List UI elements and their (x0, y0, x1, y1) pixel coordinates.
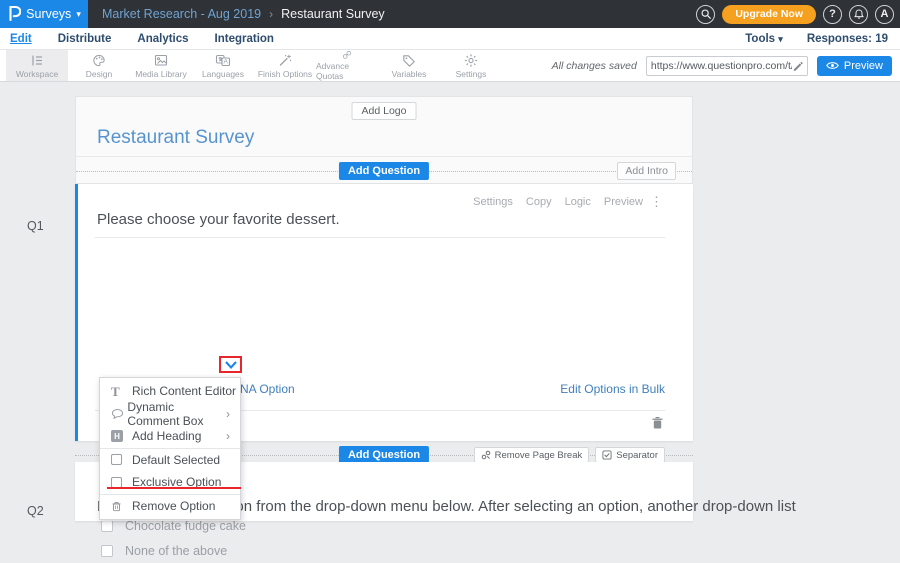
divider (95, 237, 665, 238)
add-intro-button[interactable]: Add Intro (617, 162, 676, 180)
surveys-menu[interactable]: Surveys ▾ (0, 0, 88, 28)
chevron-down-icon: ▾ (778, 34, 783, 44)
question-number-q2: Q2 (27, 504, 44, 518)
toolbar-item-design[interactable]: Design (68, 50, 130, 81)
remove-page-break-button[interactable]: Remove Page Break (474, 447, 590, 463)
breadcrumb-parent[interactable]: Market Research - Aug 2019 (102, 7, 261, 21)
bell-icon (853, 8, 865, 20)
media-library-icon (153, 53, 169, 68)
tab-analytics[interactable]: Analytics (137, 33, 188, 45)
question-settings-link[interactable]: Settings (473, 196, 513, 208)
menu-item-add-heading[interactable]: H Add Heading › (100, 425, 240, 448)
toolbar-item-advance-quotas[interactable]: Advance Quotas (316, 50, 378, 81)
breadcrumb-separator-icon: › (269, 7, 273, 21)
editor-toolbar: Workspace Design Media Library A Languag… (0, 50, 900, 82)
rich-text-icon: T (111, 385, 120, 398)
tab-integration[interactable]: Integration (215, 33, 274, 45)
eye-icon (826, 61, 839, 70)
design-palette-icon (91, 53, 107, 68)
question-actions: Settings Copy Logic Preview (473, 196, 643, 208)
tools-menu[interactable]: Tools ▾ (745, 33, 783, 45)
delete-question-trash-icon[interactable] (651, 416, 664, 435)
add-question-button-top[interactable]: Add Question (339, 162, 429, 180)
kebab-menu-icon[interactable]: ⋮ (650, 194, 663, 210)
menu-item-remove-option[interactable]: Remove Option (100, 495, 240, 518)
breadcrumb-current: Restaurant Survey (281, 7, 385, 21)
breadcrumb: Market Research - Aug 2019 › Restaurant … (102, 7, 385, 21)
menu-item-exclusive-option[interactable]: Exclusive Option (100, 471, 240, 494)
survey-url-field[interactable] (646, 56, 808, 76)
menu-item-dynamic-comment-box[interactable]: Dynamic Comment Box › (100, 403, 240, 426)
chain-links-icon (339, 50, 355, 60)
upgrade-now-button[interactable]: Upgrade Now (722, 5, 816, 24)
option-checkbox[interactable] (101, 520, 113, 532)
option-menu-chevron-down-icon[interactable] (224, 360, 238, 370)
chevron-down-icon: ▾ (76, 9, 81, 20)
search-button[interactable] (696, 5, 715, 24)
add-logo-button[interactable]: Add Logo (352, 102, 417, 120)
broken-link-icon (481, 450, 491, 460)
toolbar-item-media-library[interactable]: Media Library (130, 50, 192, 81)
languages-icon: A (215, 53, 231, 68)
svg-text:A: A (224, 58, 229, 65)
survey-nav: Edit Distribute Analytics Integration To… (0, 28, 900, 50)
survey-title[interactable]: Restaurant Survey (97, 127, 254, 149)
edit-pencil-icon[interactable] (792, 60, 803, 71)
option-label[interactable]: None of the above (125, 544, 227, 558)
annotation-red-underline (107, 487, 241, 489)
tag-icon (401, 53, 417, 68)
checkbox-icon (111, 454, 122, 465)
annotation-red-box (219, 356, 242, 373)
toolbar-item-variables[interactable]: Variables (378, 50, 440, 81)
submenu-arrow-icon: › (226, 407, 240, 421)
search-icon (700, 8, 712, 20)
question-logic-link[interactable]: Logic (565, 196, 591, 208)
tab-edit[interactable]: Edit (10, 33, 32, 45)
notifications-button[interactable] (849, 5, 868, 24)
surveys-menu-label: Surveys (26, 7, 71, 21)
question-copy-link[interactable]: Copy (526, 196, 552, 208)
heading-icon: H (111, 430, 123, 442)
questionpro-logo-icon (7, 5, 21, 24)
intro-strip: Add Question Add Intro (76, 156, 692, 184)
responses-link[interactable]: Responses: 19 (807, 33, 888, 45)
help-button[interactable]: ? (823, 5, 842, 24)
toolbar-item-workspace[interactable]: Workspace (6, 50, 68, 81)
toolbar-item-languages[interactable]: A Languages (192, 50, 254, 81)
magic-wand-icon (277, 53, 293, 68)
menu-item-default-selected[interactable]: Default Selected (100, 449, 240, 472)
edit-options-in-bulk-link[interactable]: Edit Options in Bulk (560, 382, 665, 396)
survey-header-card: Add Logo Restaurant Survey Add Question … (75, 96, 693, 184)
separator-button[interactable]: Separator (595, 447, 665, 463)
top-bar: Surveys ▾ Market Research - Aug 2019 › R… (0, 0, 900, 28)
save-status: All changes saved (552, 60, 637, 72)
question-number-q1: Q1 (27, 219, 44, 233)
question-preview-link[interactable]: Preview (604, 196, 643, 208)
na-option-link[interactable]: NA Option (240, 382, 295, 396)
option-context-menu: T Rich Content Editor Dynamic Comment Bo… (99, 377, 241, 520)
comment-bubble-icon (111, 408, 124, 420)
avatar[interactable]: A (875, 5, 894, 24)
toolbar-item-finish-options[interactable]: Finish Options (254, 50, 316, 81)
workspace-icon (29, 53, 45, 68)
trash-icon (111, 500, 122, 512)
preview-button[interactable]: Preview (817, 56, 892, 76)
checked-box-icon (602, 450, 612, 460)
option-row: None of the above (101, 538, 283, 563)
survey-url-input[interactable] (651, 60, 792, 72)
option-checkbox[interactable] (101, 545, 113, 557)
topbar-actions: Upgrade Now ? A (696, 5, 900, 24)
gear-icon (463, 53, 479, 68)
toolbar-item-settings[interactable]: Settings (440, 50, 502, 81)
question-text-q1[interactable]: Please choose your favorite dessert. (97, 211, 340, 228)
submenu-arrow-icon: › (226, 429, 240, 443)
tab-distribute[interactable]: Distribute (58, 33, 112, 45)
